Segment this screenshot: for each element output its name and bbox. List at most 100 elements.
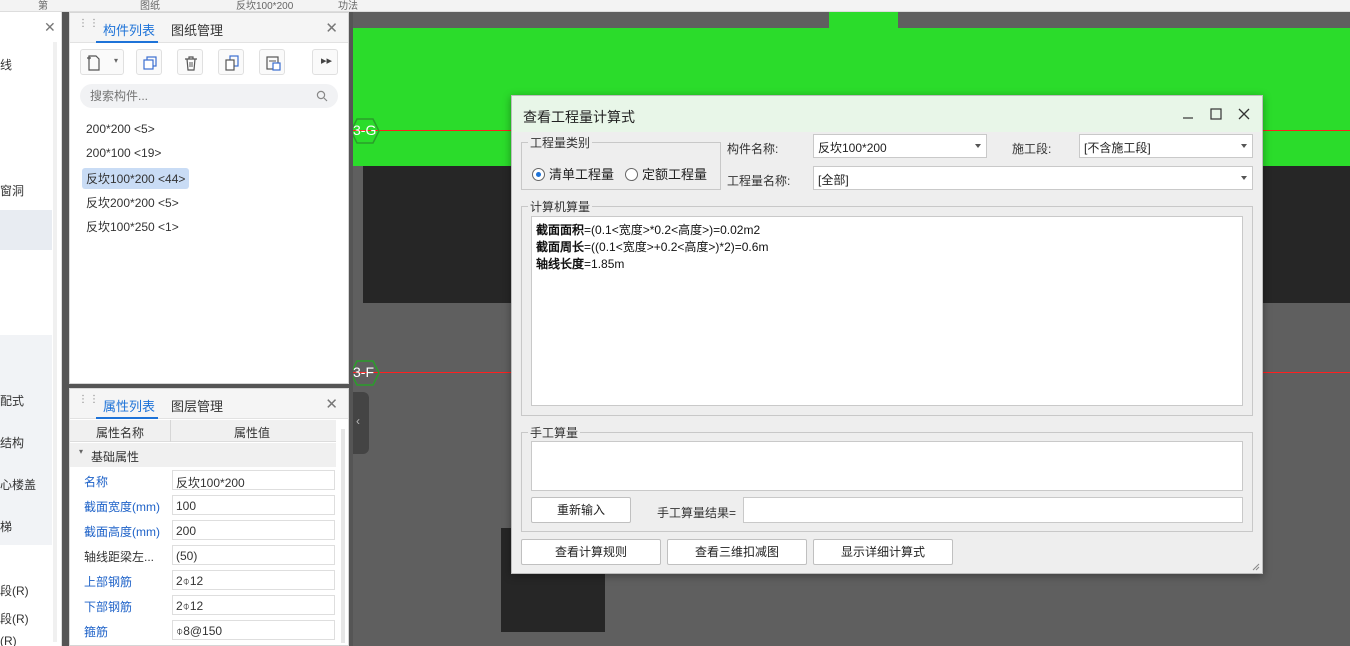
layer-copy-icon bbox=[225, 55, 239, 71]
drag-handle-icon[interactable]: ⋮⋮ bbox=[78, 19, 99, 35]
dropdown-arrow-icon: ▾ bbox=[114, 56, 119, 65]
column-header-name: 属性名称 bbox=[96, 426, 145, 440]
new-file-icon bbox=[87, 55, 100, 71]
collapse-panel-handle[interactable]: ‹ bbox=[353, 392, 369, 454]
tab-layer-management[interactable]: 图层管理 bbox=[171, 396, 223, 415]
nav-item[interactable]: 线 bbox=[0, 56, 12, 73]
column-divider bbox=[170, 420, 171, 442]
property-value-field[interactable]: 2⌽12 bbox=[172, 570, 335, 590]
scrollbar[interactable] bbox=[341, 429, 345, 643]
dialog-titlebar[interactable]: 查看工程量计算式 bbox=[512, 96, 1262, 132]
property-value-field[interactable]: 2⌽12 bbox=[172, 595, 335, 615]
quantity-type-group: 工程量类别 清单工程量 定额工程量 bbox=[521, 134, 721, 190]
scrollbar[interactable] bbox=[53, 42, 57, 642]
active-tab-indicator bbox=[96, 41, 158, 43]
chevron-left-icon: ‹ bbox=[356, 414, 360, 428]
manual-result-field[interactable] bbox=[743, 497, 1243, 523]
property-value-field[interactable]: 200 bbox=[172, 520, 335, 540]
copy-icon bbox=[143, 56, 157, 70]
radio-checked-icon bbox=[532, 168, 545, 181]
nav-item[interactable]: 段(R) bbox=[0, 610, 29, 627]
tab-component-list[interactable]: 构件列表 bbox=[103, 20, 155, 39]
nav-item[interactable]: 窗洞 bbox=[0, 182, 24, 199]
component-list-item[interactable]: 200*100 <19> bbox=[82, 144, 165, 162]
group-legend: 手工算量 bbox=[530, 426, 579, 440]
property-group-label: 基础属性 bbox=[91, 450, 140, 464]
view-calculation-rules-button[interactable]: 查看计算规则 bbox=[521, 539, 661, 565]
search-box[interactable] bbox=[80, 84, 338, 108]
close-icon[interactable] bbox=[1236, 106, 1252, 122]
nav-item[interactable]: 配式 bbox=[0, 392, 24, 409]
property-copy-button[interactable] bbox=[259, 49, 285, 75]
property-row: 下部钢筋 2⌽12 bbox=[70, 593, 336, 617]
more-button[interactable]: ▸▸ bbox=[312, 49, 338, 75]
nav-item[interactable]: 心楼盖 bbox=[0, 476, 36, 493]
column-header-value: 属性值 bbox=[234, 426, 271, 440]
active-tab-indicator bbox=[96, 417, 158, 419]
component-name-select[interactable]: 反坎100*200 bbox=[813, 134, 987, 158]
copy-button[interactable] bbox=[136, 49, 162, 75]
dialog-title: 查看工程量计算式 bbox=[523, 109, 635, 125]
dropdown-arrow-icon bbox=[1241, 144, 1247, 148]
property-name: 截面高度(mm) bbox=[84, 525, 160, 539]
tab-property-list[interactable]: 属性列表 bbox=[103, 396, 155, 415]
reinput-button[interactable]: 重新输入 bbox=[531, 497, 631, 523]
close-icon[interactable]: ✕ bbox=[44, 19, 56, 36]
dropdown-arrow-icon bbox=[975, 144, 981, 148]
radio-quota-quantity[interactable]: 定额工程量 bbox=[625, 164, 707, 183]
component-list-item-selected[interactable]: 反坎100*200 <44> bbox=[82, 168, 190, 189]
search-input[interactable] bbox=[90, 87, 310, 105]
property-value-field[interactable]: (50) bbox=[172, 545, 335, 565]
maximize-icon[interactable] bbox=[1208, 106, 1224, 122]
nav-item[interactable]: (R) bbox=[0, 634, 17, 646]
formula-textarea[interactable]: 截面面积=(0.1<宽度>*0.2<高度>)=0.02m2 截面周长=((0.1… bbox=[531, 216, 1243, 406]
delete-button[interactable] bbox=[177, 49, 203, 75]
new-component-button[interactable]: ▾ bbox=[80, 49, 124, 75]
minimize-icon[interactable] bbox=[1180, 106, 1196, 122]
property-value-field[interactable]: 反坎100*200 bbox=[172, 470, 335, 490]
tab-drawing-management[interactable]: 图纸管理 bbox=[171, 20, 223, 39]
left-navigation-panel: ✕ 线 窗洞 配式 结构 心楼盖 梯 段(R) 段(R) (R) bbox=[0, 12, 62, 646]
show-detailed-formula-button[interactable]: 显示详细计算式 bbox=[813, 539, 953, 565]
nav-highlight bbox=[0, 210, 52, 250]
property-value-field[interactable]: ⌽8@150 bbox=[172, 620, 335, 640]
panel-header: ⋮⋮ 属性列表 图层管理 ✕ bbox=[70, 389, 348, 419]
property-name: 名称 bbox=[84, 475, 109, 489]
formula-line: 截面周长=((0.1<宽度>+0.2<高度>)*2)=0.6m bbox=[536, 240, 769, 254]
construction-stage-select[interactable]: [不含施工段] bbox=[1079, 134, 1253, 158]
radio-list-quantity[interactable]: 清单工程量 bbox=[532, 164, 614, 183]
formula-line: 轴线长度=1.85m bbox=[536, 257, 625, 271]
component-name-label: 构件名称: bbox=[727, 142, 779, 156]
component-list-item[interactable]: 200*200 <5> bbox=[82, 120, 159, 138]
group-legend: 计算机算量 bbox=[530, 200, 591, 214]
top-strip-text: 图纸 bbox=[140, 1, 160, 12]
quantity-name-select[interactable]: [全部] bbox=[813, 166, 1253, 190]
property-name: 下部钢筋 bbox=[84, 600, 133, 614]
close-icon[interactable]: ✕ bbox=[325, 395, 338, 413]
axis-label: 3-F bbox=[353, 364, 374, 380]
resize-grip-icon[interactable] bbox=[1252, 563, 1260, 571]
collapse-triangle-icon[interactable]: ▾ bbox=[79, 447, 83, 456]
property-row: 上部钢筋 2⌽12 bbox=[70, 568, 336, 592]
property-group-row[interactable]: ▾ 基础属性 bbox=[70, 443, 336, 467]
formula-line: 截面面积=(0.1<宽度>*0.2<高度>)=0.02m2 bbox=[536, 223, 761, 237]
property-name: 轴线距梁左... bbox=[84, 550, 155, 564]
property-row: 截面宽度(mm) 100 bbox=[70, 493, 336, 517]
component-list-item[interactable]: 反坎100*250 <1> bbox=[82, 216, 183, 237]
nav-item[interactable]: 结构 bbox=[0, 434, 24, 451]
view-3d-deduction-button[interactable]: 查看三维扣减图 bbox=[667, 539, 807, 565]
nav-item[interactable]: 梯 bbox=[0, 518, 12, 535]
drag-handle-icon[interactable]: ⋮⋮ bbox=[78, 395, 99, 411]
double-arrow-right-icon: ▸▸ bbox=[321, 55, 333, 67]
manual-formula-textarea[interactable] bbox=[531, 441, 1243, 491]
search-icon[interactable] bbox=[316, 90, 328, 102]
property-value-field[interactable]: 100 bbox=[172, 495, 335, 515]
top-strip-text: 反坎100*200 bbox=[236, 1, 294, 12]
trash-icon bbox=[185, 56, 197, 71]
layer-copy-button[interactable] bbox=[218, 49, 244, 75]
property-row: 轴线距梁左... (50) bbox=[70, 543, 336, 567]
component-list-item[interactable]: 反坎200*200 <5> bbox=[82, 192, 183, 213]
close-icon[interactable]: ✕ bbox=[325, 19, 338, 37]
panel-header: ⋮⋮ 构件列表 图纸管理 ✕ bbox=[70, 13, 348, 43]
nav-item[interactable]: 段(R) bbox=[0, 582, 29, 599]
